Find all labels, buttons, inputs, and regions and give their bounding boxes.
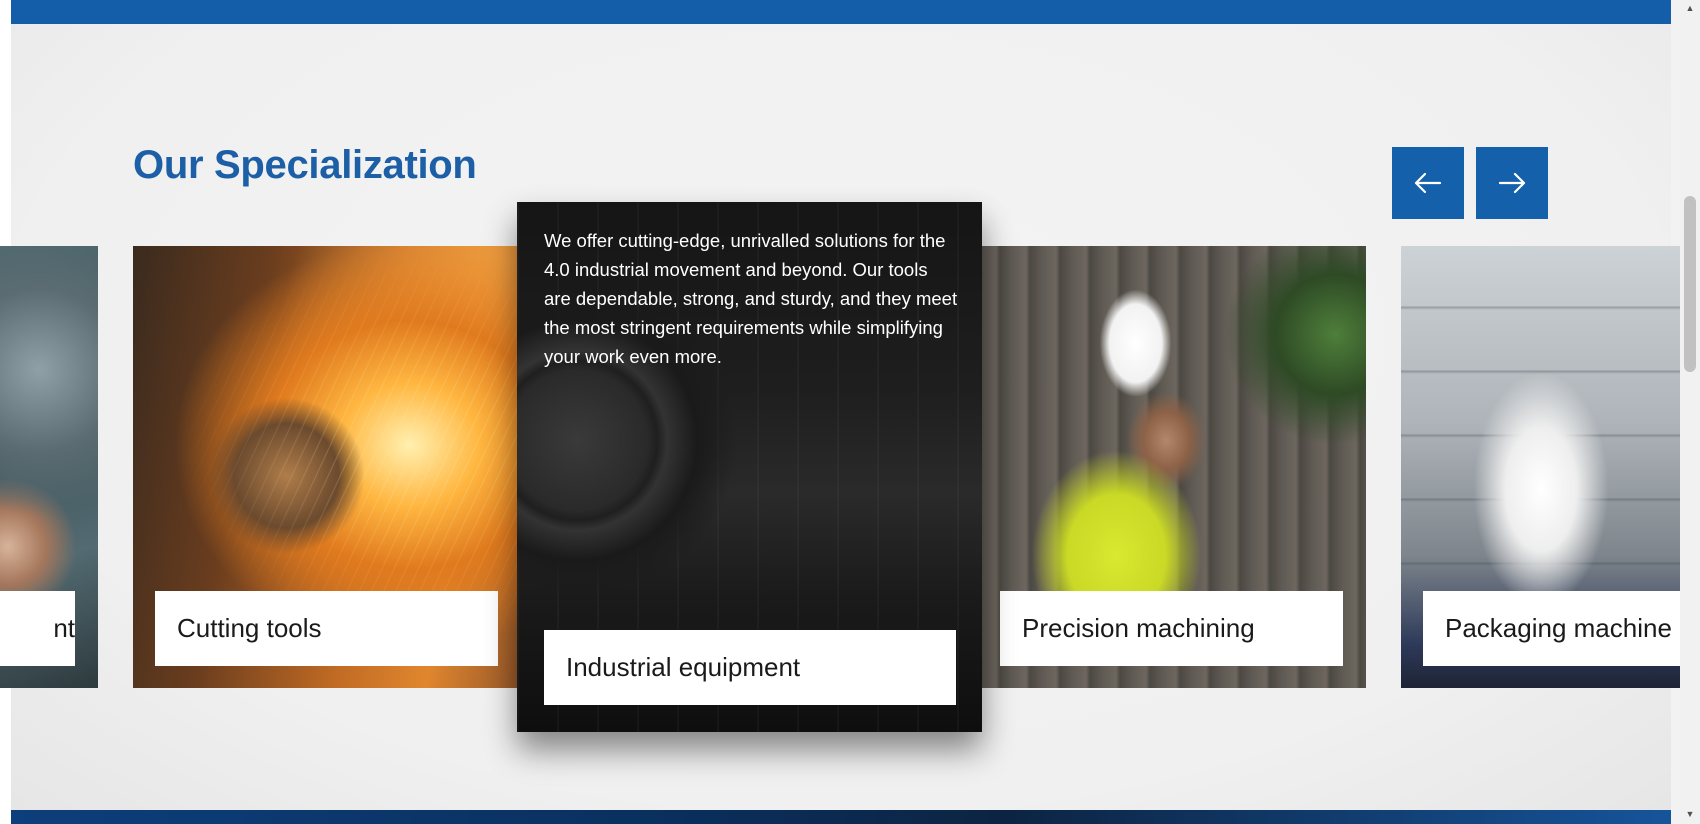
card-label: nt [0, 591, 75, 666]
arrow-left-icon [1414, 172, 1442, 194]
carousel-card-active[interactable]: We offer cutting-edge, unrivalled soluti… [517, 202, 982, 732]
carousel-next-button[interactable] [1476, 147, 1548, 219]
card-label: Cutting tools [155, 591, 498, 666]
carousel-prev-button[interactable] [1392, 147, 1464, 219]
arrow-right-icon [1498, 172, 1526, 194]
carousel-card[interactable]: Precision machining [982, 246, 1366, 688]
card-label: Precision machining [1000, 591, 1343, 666]
carousel-card[interactable]: nt [0, 246, 98, 688]
page-scrollbar[interactable]: ▲ ▼ [1680, 0, 1700, 824]
carousel-card[interactable]: Packaging machine [1401, 246, 1681, 688]
carousel-card[interactable]: Cutting tools [133, 246, 517, 688]
footer-band [11, 810, 1671, 824]
card-label: Industrial equipment [544, 630, 956, 705]
scroll-thumb[interactable] [1684, 196, 1696, 372]
card-label: Packaging machine [1423, 591, 1681, 666]
scroll-up-icon[interactable]: ▲ [1680, 0, 1700, 16]
card-description: We offer cutting-edge, unrivalled soluti… [544, 230, 958, 367]
header-band [11, 0, 1671, 24]
section-title: Our Specialization [133, 143, 477, 187]
scroll-down-icon[interactable]: ▼ [1680, 806, 1700, 822]
